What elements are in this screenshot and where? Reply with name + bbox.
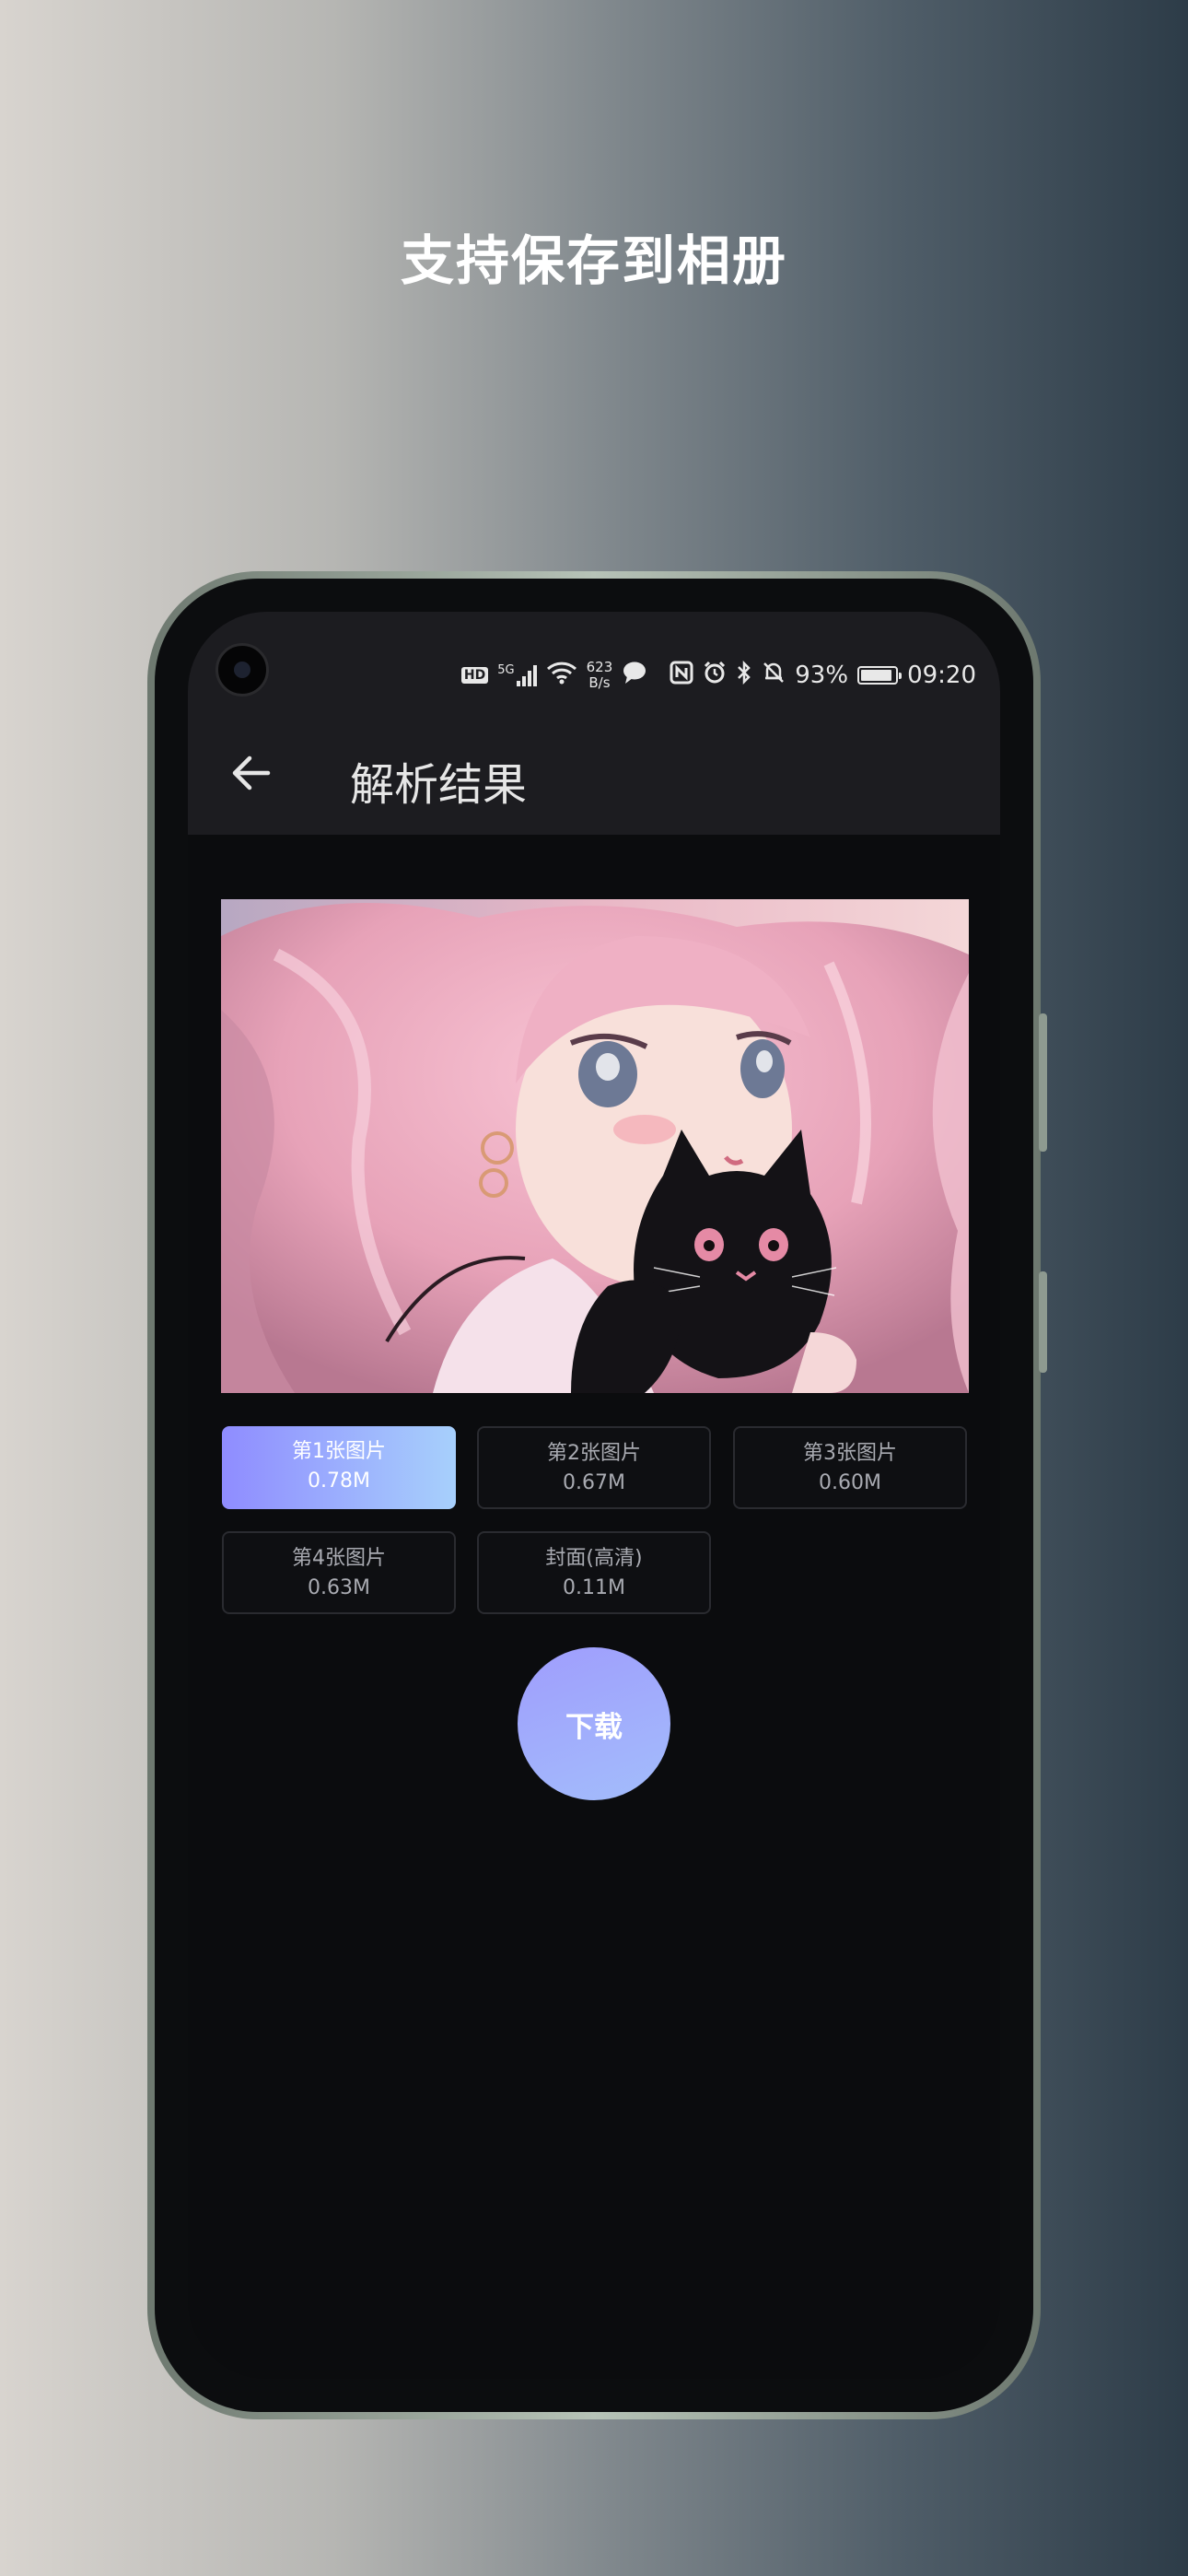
phone-screen: HD 5G 623 B/s 93% 09:20 解析结果 第1张图片 0.78M…: [188, 612, 1000, 2379]
net-speed-value: 623: [586, 659, 613, 675]
battery-percent: 93%: [795, 662, 849, 689]
image-option-size: 0.63M: [308, 1576, 370, 1599]
alarm-icon: [703, 661, 727, 691]
network-gen-label: 5G: [497, 663, 515, 677]
image-option-cover[interactable]: 封面(高清) 0.11M: [477, 1531, 711, 1614]
image-option-4[interactable]: 第4张图片 0.63M: [222, 1531, 456, 1614]
image-option-size: 0.11M: [563, 1576, 625, 1599]
clock: 09:20: [907, 662, 976, 689]
battery-icon: [857, 666, 903, 685]
back-button[interactable]: [223, 745, 278, 801]
camera-icon: [215, 643, 269, 697]
nfc-icon: [670, 661, 693, 691]
mute-bell-icon: [762, 661, 786, 691]
app-header: 解析结果: [188, 711, 1000, 835]
page-title: 解析结果: [350, 759, 528, 811]
anime-girl-with-cat-image: [221, 899, 969, 1393]
volume-button: [1039, 1013, 1047, 1152]
power-button: [1039, 1271, 1047, 1373]
image-option-size: 0.60M: [819, 1471, 881, 1494]
image-option-label: 第3张图片: [803, 1442, 897, 1465]
bluetooth-icon: [736, 660, 752, 691]
image-option-2[interactable]: 第2张图片 0.67M: [477, 1426, 711, 1509]
hd-badge: HD: [460, 667, 489, 684]
promo-headline: 支持保存到相册: [400, 229, 787, 292]
image-option-label: 第4张图片: [292, 1547, 386, 1570]
download-button[interactable]: 下载: [518, 1647, 670, 1800]
net-speed-unit: B/s: [588, 674, 611, 691]
image-carousel[interactable]: [221, 899, 969, 1393]
arrow-left-icon: [232, 755, 271, 790]
chat-icon: [622, 661, 647, 691]
status-bar: HD 5G 623 B/s 93% 09:20: [188, 612, 1000, 711]
image-option-label: 第1张图片: [292, 1440, 386, 1463]
wifi-icon: [546, 661, 577, 691]
image-option-3[interactable]: 第3张图片 0.60M: [733, 1426, 967, 1509]
status-icons: HD 5G 623 B/s 93% 09:20: [460, 660, 976, 691]
net-speed: 623 B/s: [587, 660, 613, 691]
signal-icon: 5G: [497, 663, 537, 686]
image-option-label: 封面(高清): [545, 1547, 643, 1570]
image-option-label: 第2张图片: [547, 1442, 641, 1465]
image-option-size: 0.78M: [308, 1469, 370, 1493]
image-option-size: 0.67M: [563, 1471, 625, 1494]
image-option-1[interactable]: 第1张图片 0.78M: [222, 1426, 456, 1509]
